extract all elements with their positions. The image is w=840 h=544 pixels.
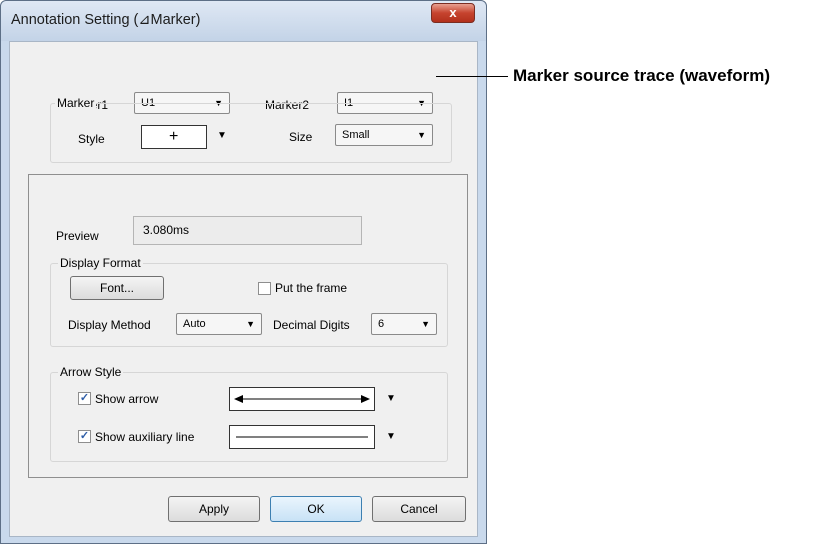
put-frame-label: Put the frame <box>275 281 348 295</box>
preview-label: Preview <box>56 229 99 243</box>
size-label: Size <box>289 130 313 144</box>
display-method-label: Display Method <box>68 318 151 332</box>
checkmark-icon: ✓ <box>79 392 90 404</box>
ok-button-label: OK <box>307 502 325 516</box>
selected-tab-connector <box>37 206 91 208</box>
callout-leader-line <box>436 76 508 77</box>
cancel-button[interactable]: Cancel <box>372 496 466 522</box>
display-method-value: Auto <box>183 318 206 330</box>
dialog-title: Annotation Setting (⊿Marker) <box>11 12 201 28</box>
decimal-digits-value: 6 <box>378 318 385 330</box>
callout-label: Marker source trace (waveform) <box>513 66 771 85</box>
chevron-down-icon: ▼ <box>421 319 430 329</box>
chevron-down-icon[interactable]: ▼ <box>386 431 396 442</box>
title-bar[interactable]: Annotation Setting (⊿Marker) x <box>1 1 486 41</box>
marker-size-select[interactable]: Small ▼ <box>335 124 433 146</box>
show-arrow-checkbox[interactable]: ✓ <box>78 392 91 405</box>
marker-style-select[interactable]: + <box>141 125 207 149</box>
preview-value: 3.080ms <box>143 223 190 237</box>
style-label: Style <box>78 132 105 146</box>
aux-line-style-select[interactable] <box>229 425 375 449</box>
checkmark-icon: ✓ <box>79 430 90 442</box>
show-arrow-label: Show arrow <box>95 392 159 406</box>
chevron-down-icon: ▼ <box>417 130 426 140</box>
solid-line-icon <box>236 436 368 438</box>
font-button-label: Font... <box>99 281 134 295</box>
plus-marker-icon: + <box>169 128 179 145</box>
chevron-down-icon: ▼ <box>246 319 255 329</box>
arrow-style-title: Arrow Style <box>58 365 124 379</box>
close-icon: x <box>449 5 457 20</box>
decimal-digits-label: Decimal Digits <box>273 318 350 332</box>
apply-button[interactable]: Apply <box>168 496 260 522</box>
put-frame-checkbox[interactable] <box>258 282 271 295</box>
decimal-digits-select[interactable]: 6 ▼ <box>371 313 437 335</box>
cancel-button-label: Cancel <box>400 502 438 516</box>
marker-group-title: Marker <box>55 96 97 110</box>
display-format-title: Display Format <box>58 256 143 270</box>
preview-box: 3.080ms <box>133 216 362 245</box>
chevron-down-icon[interactable]: ▼ <box>217 130 227 141</box>
apply-button-label: Apply <box>198 502 230 516</box>
close-button[interactable]: x <box>431 3 475 23</box>
double-arrow-icon <box>234 395 370 403</box>
chevron-down-icon[interactable]: ▼ <box>386 393 396 404</box>
show-aux-line-label: Show auxiliary line <box>95 430 195 444</box>
ok-button[interactable]: OK <box>270 496 362 522</box>
display-method-select[interactable]: Auto ▼ <box>176 313 262 335</box>
font-button[interactable]: Font... <box>70 276 164 300</box>
marker-size-value: Small <box>342 129 370 141</box>
arrow-style-select[interactable] <box>229 387 375 411</box>
show-aux-line-checkbox[interactable]: ✓ <box>78 430 91 443</box>
